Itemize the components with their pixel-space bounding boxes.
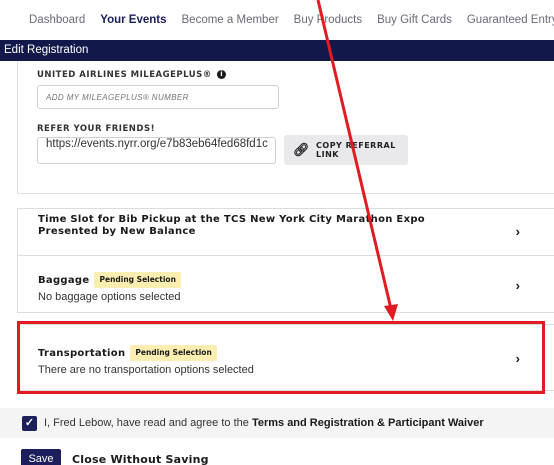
arrow-line <box>316 0 393 310</box>
arrow-head <box>384 304 398 321</box>
annotation-arrow <box>316 0 398 321</box>
